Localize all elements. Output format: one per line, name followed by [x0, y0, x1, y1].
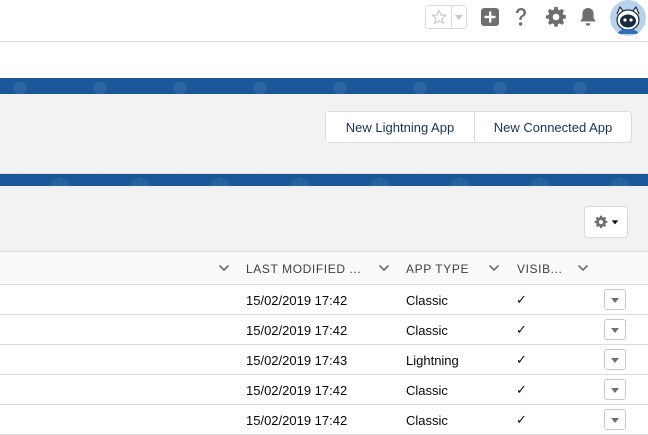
global-header: [0, 0, 648, 42]
chevron-down-icon: [611, 387, 619, 393]
visible-checkmark-cell: ✓: [516, 412, 527, 427]
star-icon: [430, 9, 447, 25]
app-type-cell: Classic: [406, 292, 448, 308]
row-actions-button[interactable]: [604, 319, 626, 340]
page-actions: New Lightning App New Connected App: [325, 111, 632, 143]
visible-checkmark-cell: ✓: [516, 322, 527, 337]
row-actions-button[interactable]: [604, 409, 626, 430]
last-modified-cell: 15/02/2019 17:42: [246, 292, 348, 308]
visible-checkmark-cell: ✓: [516, 292, 527, 307]
table-header-row: LAST MODIFIED ... APP TYPE VISIB...: [0, 252, 648, 285]
list-view-header: [0, 186, 648, 252]
app-type-cell: Classic: [406, 382, 448, 398]
page-header: New Lightning App New Connected App: [0, 94, 648, 174]
last-modified-cell: 15/02/2019 17:42: [246, 412, 348, 428]
table-row: 15/02/2019 17:42 Classic ✓: [0, 315, 648, 345]
global-add-button[interactable]: [479, 6, 501, 28]
column-menu-button[interactable]: [217, 261, 231, 275]
chevron-down-icon: [488, 264, 500, 272]
row-actions-button[interactable]: [604, 289, 626, 310]
app-type-cell: Classic: [406, 412, 448, 428]
row-actions-button[interactable]: [604, 379, 626, 400]
list-view-controls-button[interactable]: [584, 206, 628, 238]
chevron-down-icon: [611, 297, 619, 303]
app-type-cell: Lightning: [406, 352, 459, 368]
chevron-down-icon: [577, 264, 589, 272]
column-header-app-type[interactable]: APP TYPE: [406, 252, 469, 285]
column-header-visible[interactable]: VISIB...: [517, 252, 562, 285]
last-modified-cell: 15/02/2019 17:42: [246, 382, 348, 398]
avatar-icon: [610, 0, 646, 36]
favorites-menu-button[interactable]: [452, 6, 466, 28]
favorite-star-button[interactable]: [426, 6, 452, 28]
new-connected-app-button[interactable]: New Connected App: [474, 112, 631, 142]
chevron-down-icon: [611, 357, 619, 363]
chevron-down-icon: [611, 327, 619, 333]
new-lightning-app-button[interactable]: New Lightning App: [326, 112, 474, 142]
notifications-bell-icon: [580, 8, 596, 26]
row-actions-button[interactable]: [604, 349, 626, 370]
visible-checkmark-cell: ✓: [516, 382, 527, 397]
setup-gear-icon: [545, 6, 566, 27]
help-button[interactable]: [510, 6, 532, 28]
visible-column-menu-button[interactable]: [576, 261, 590, 275]
favorites-group: [425, 5, 467, 29]
help-icon: [516, 8, 526, 26]
user-avatar-button[interactable]: [610, 0, 646, 36]
app-list-view: LAST MODIFIED ... APP TYPE VISIB... 15/0…: [0, 186, 648, 435]
chevron-down-icon: [611, 220, 618, 225]
setup-button[interactable]: [545, 6, 567, 28]
notifications-button[interactable]: [577, 6, 599, 28]
visible-checkmark-cell: ✓: [516, 352, 527, 367]
app-type-cell: Classic: [406, 322, 448, 338]
chevron-down-icon: [455, 15, 463, 20]
gear-icon: [594, 215, 607, 229]
chevron-down-icon: [611, 417, 619, 423]
table-row: 15/02/2019 17:42 Classic ✓: [0, 375, 648, 405]
table-row: 15/02/2019 17:43 Lightning ✓: [0, 345, 648, 375]
last-modified-column-menu-button[interactable]: [377, 261, 391, 275]
app-type-column-menu-button[interactable]: [487, 261, 501, 275]
column-header-last-modified[interactable]: LAST MODIFIED ...: [246, 252, 361, 285]
last-modified-cell: 15/02/2019 17:43: [246, 352, 348, 368]
chevron-down-icon: [378, 264, 390, 272]
chevron-down-icon: [218, 264, 230, 272]
add-icon: [481, 8, 499, 26]
table-row: 15/02/2019 17:42 Classic ✓: [0, 285, 648, 315]
last-modified-cell: 15/02/2019 17:42: [246, 322, 348, 338]
table-row: 15/02/2019 17:42 Classic ✓: [0, 405, 648, 435]
